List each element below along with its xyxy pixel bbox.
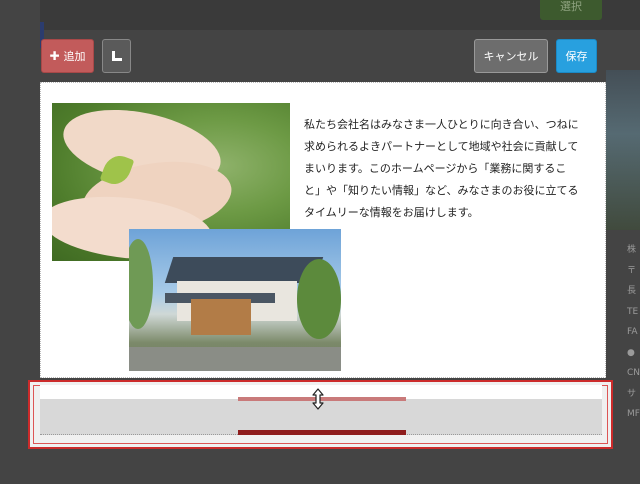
right-column-char: CN	[627, 368, 640, 378]
right-column-char: 〒	[627, 265, 637, 276]
paragraph-line: まいります。このホームページから「業務に関するこ	[304, 162, 567, 175]
right-column-char: MF	[627, 409, 640, 419]
house-photo	[129, 229, 341, 371]
corner-button[interactable]	[102, 39, 131, 73]
paragraph-line: と」や「知りたい情報」など、みなさまのお役に立てる	[304, 184, 579, 197]
paragraph-line: 求められるよきパートナーとして地域や社会に貢献して	[304, 140, 579, 153]
intro-paragraph: 私たち会社名はみなさま一人ひとりに向き合い、つねに 求められるよきパートナーとし…	[304, 114, 588, 224]
plus-icon: ✚	[49, 49, 60, 63]
resize-vertical-icon[interactable]	[311, 388, 325, 410]
right-column-char: FA	[627, 327, 638, 337]
driveway-shape	[129, 347, 341, 371]
tree-shape	[297, 259, 341, 339]
wood-facade-shape	[191, 299, 251, 335]
bottom-margin-line[interactable]	[238, 430, 406, 435]
save-button[interactable]: 保存	[556, 39, 597, 73]
add-button[interactable]: ✚ 追加	[41, 39, 94, 73]
background-right-column: 株 〒 長 TE FA ● CN サ MF	[627, 246, 640, 431]
paragraph-line: タイムリーな情報をお届けします。	[304, 206, 479, 219]
cancel-button[interactable]: キャンセル	[474, 39, 548, 73]
background-select-button: 選択	[540, 0, 602, 20]
spacing-drop-zone[interactable]	[28, 380, 613, 449]
right-column-char: TE	[627, 306, 639, 317]
right-column-char: 長	[627, 286, 637, 296]
paragraph-line: 私たち会社名はみなさま一人ひとりに向き合い、つねに	[304, 118, 579, 131]
background-image	[606, 70, 640, 230]
right-column-char: 株	[627, 245, 637, 255]
right-column-char: ●	[627, 347, 635, 358]
tree-shape	[129, 239, 153, 329]
right-column-char: サ	[627, 388, 637, 399]
corner-icon	[111, 51, 122, 61]
add-button-label: 追加	[63, 50, 86, 63]
